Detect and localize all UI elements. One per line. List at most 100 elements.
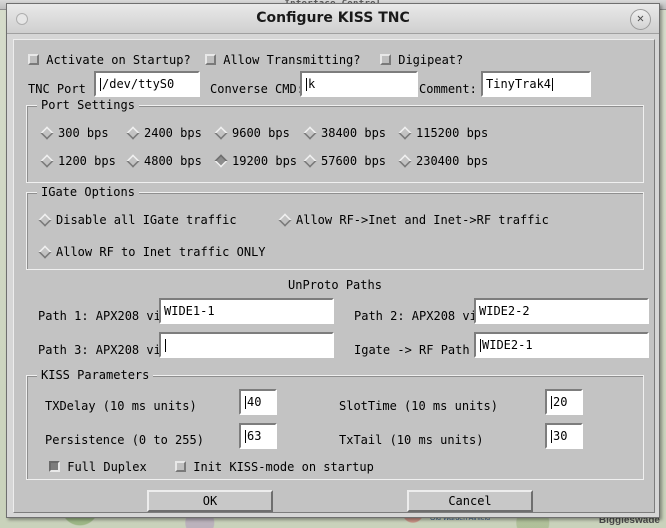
txtail-value: 30 bbox=[553, 429, 568, 443]
cancel-button[interactable]: Cancel bbox=[407, 490, 533, 512]
checkbox-indicator bbox=[205, 54, 216, 65]
igate-options-title: IGate Options bbox=[37, 185, 139, 199]
dialog-title: Configure KISS TNC bbox=[256, 10, 410, 26]
txtail-label: TxTail (10 ms units) bbox=[339, 433, 484, 447]
checkbox-indicator bbox=[49, 461, 60, 472]
radio-label: 4800 bps bbox=[144, 154, 202, 168]
checkbox-full-duplex[interactable]: Full Duplex bbox=[49, 460, 147, 474]
radio-indicator bbox=[126, 126, 140, 140]
path3-input[interactable] bbox=[159, 332, 334, 358]
path1-label: Path 1: APX208 via bbox=[38, 309, 169, 323]
checkbox-activate-on-startup[interactable]: Activate on Startup? bbox=[28, 53, 191, 67]
port-settings-group: Port Settings 300 bps 2400 bps 9600 bps … bbox=[26, 98, 644, 183]
checkbox-digipeat[interactable]: Digipeat? bbox=[380, 53, 463, 67]
radio-indicator bbox=[303, 154, 317, 168]
txdelay-value: 40 bbox=[247, 395, 262, 409]
persistence-value: 63 bbox=[247, 429, 262, 443]
tnc-port-input[interactable]: /dev/ttyS0 bbox=[94, 71, 200, 97]
path2-label: Path 2: APX208 via bbox=[354, 309, 485, 323]
path1-input[interactable]: WIDE1-1 bbox=[159, 298, 334, 324]
checkbox-label: Digipeat? bbox=[398, 53, 464, 67]
text-caret bbox=[245, 395, 246, 409]
radio-indicator bbox=[40, 154, 54, 168]
radio-label: 2400 bps bbox=[144, 126, 202, 140]
checkbox-label: Allow Transmitting? bbox=[223, 53, 361, 67]
dialog-body: Activate on Startup? Allow Transmitting?… bbox=[13, 39, 655, 513]
kiss-parameters-group: KISS Parameters TXDelay (10 ms units) 40… bbox=[26, 368, 644, 480]
text-caret bbox=[306, 77, 307, 91]
slottime-input[interactable]: 20 bbox=[545, 389, 583, 415]
radio-57600-bps[interactable]: 57600 bps bbox=[303, 154, 387, 168]
radio-label: 9600 bps bbox=[232, 126, 290, 140]
radio-indicator bbox=[126, 154, 140, 168]
radio-indicator bbox=[278, 213, 292, 227]
radio-label: Allow RF to Inet traffic ONLY bbox=[56, 245, 266, 259]
radio-label: 115200 bps bbox=[416, 126, 489, 140]
radio-label: Allow RF->Inet and Inet->RF traffic bbox=[296, 213, 549, 227]
radio-indicator bbox=[38, 245, 52, 259]
radio-label: 57600 bps bbox=[321, 154, 387, 168]
checkbox-label: Activate on Startup? bbox=[46, 53, 191, 67]
unproto-paths-title: UnProto Paths bbox=[288, 278, 382, 292]
text-caret bbox=[552, 77, 554, 91]
slottime-value: 20 bbox=[553, 395, 568, 409]
igate-rf-path-label: Igate -> RF Path bbox=[354, 343, 470, 357]
radio-4800-bps[interactable]: 4800 bps bbox=[126, 154, 202, 168]
kiss-parameters-title: KISS Parameters bbox=[37, 368, 154, 382]
checkbox-init-kiss-mode[interactable]: Init KISS-mode on startup bbox=[175, 460, 374, 474]
checkbox-label: Full Duplex bbox=[67, 460, 147, 474]
radio-19200-bps[interactable]: 19200 bps bbox=[214, 154, 297, 168]
window-menu-icon[interactable] bbox=[16, 13, 28, 25]
igate-options-group: IGate Options Disable all IGate traffic … bbox=[26, 185, 644, 270]
converse-cmd-value: k bbox=[308, 77, 316, 91]
tnc-port-label: TNC Port bbox=[28, 82, 86, 96]
radio-9600-bps[interactable]: 9600 bps bbox=[214, 126, 290, 140]
checkbox-indicator bbox=[380, 54, 391, 65]
checkbox-label: Init KISS-mode on startup bbox=[193, 460, 374, 474]
checkbox-indicator bbox=[28, 54, 39, 65]
checkbox-allow-transmitting[interactable]: Allow Transmitting? bbox=[205, 53, 361, 67]
radio-230400-bps[interactable]: 230400 bps bbox=[398, 154, 489, 168]
tnc-port-value: /dev/ttyS0 bbox=[102, 77, 175, 91]
checkbox-indicator bbox=[175, 461, 186, 472]
path2-input[interactable]: WIDE2-2 bbox=[474, 298, 649, 324]
radio-allow-rf-inet-both[interactable]: Allow RF->Inet and Inet->RF traffic bbox=[278, 213, 549, 227]
dialog-titlebar: Configure KISS TNC ✕ bbox=[7, 4, 659, 34]
radio-115200-bps[interactable]: 115200 bps bbox=[398, 126, 489, 140]
text-caret bbox=[480, 338, 481, 352]
comment-input[interactable]: TinyTrak4 bbox=[481, 71, 591, 97]
text-caret bbox=[245, 429, 246, 443]
radio-disable-all-igate-traffic[interactable]: Disable all IGate traffic bbox=[38, 213, 237, 227]
radio-38400-bps[interactable]: 38400 bps bbox=[303, 126, 387, 140]
radio-300-bps[interactable]: 300 bps bbox=[40, 126, 109, 140]
text-caret bbox=[165, 338, 166, 352]
radio-indicator bbox=[40, 126, 54, 140]
text-caret bbox=[100, 77, 101, 91]
converse-cmd-label: Converse CMD: bbox=[210, 82, 304, 96]
port-settings-title: Port Settings bbox=[37, 98, 139, 112]
path3-label: Path 3: APX208 via bbox=[38, 343, 169, 357]
configure-kiss-tnc-dialog: Configure KISS TNC ✕ Activate on Startup… bbox=[6, 3, 660, 518]
txdelay-input[interactable]: 40 bbox=[239, 389, 277, 415]
comment-value: TinyTrak4 bbox=[486, 77, 552, 91]
txtail-input[interactable]: 30 bbox=[545, 423, 583, 449]
slottime-label: SlotTime (10 ms units) bbox=[339, 399, 498, 413]
comment-label: Comment: bbox=[419, 82, 477, 96]
radio-label: 300 bps bbox=[58, 126, 109, 140]
radio-indicator bbox=[214, 126, 228, 140]
radio-label: 230400 bps bbox=[416, 154, 489, 168]
radio-label: 1200 bps bbox=[58, 154, 116, 168]
radio-2400-bps[interactable]: 2400 bps bbox=[126, 126, 202, 140]
text-caret bbox=[551, 395, 552, 409]
path1-value: WIDE1-1 bbox=[164, 304, 215, 318]
radio-indicator bbox=[38, 213, 52, 227]
radio-1200-bps[interactable]: 1200 bps bbox=[40, 154, 116, 168]
persistence-label: Persistence (0 to 255) bbox=[45, 433, 204, 447]
radio-allow-rf-to-inet-only[interactable]: Allow RF to Inet traffic ONLY bbox=[38, 245, 266, 259]
converse-cmd-input[interactable]: k bbox=[300, 71, 418, 97]
persistence-input[interactable]: 63 bbox=[239, 423, 277, 449]
radio-label: 38400 bps bbox=[321, 126, 387, 140]
ok-button[interactable]: OK bbox=[147, 490, 273, 512]
close-icon[interactable]: ✕ bbox=[630, 9, 651, 30]
igate-rf-path-input[interactable]: WIDE2-1 bbox=[474, 332, 649, 358]
